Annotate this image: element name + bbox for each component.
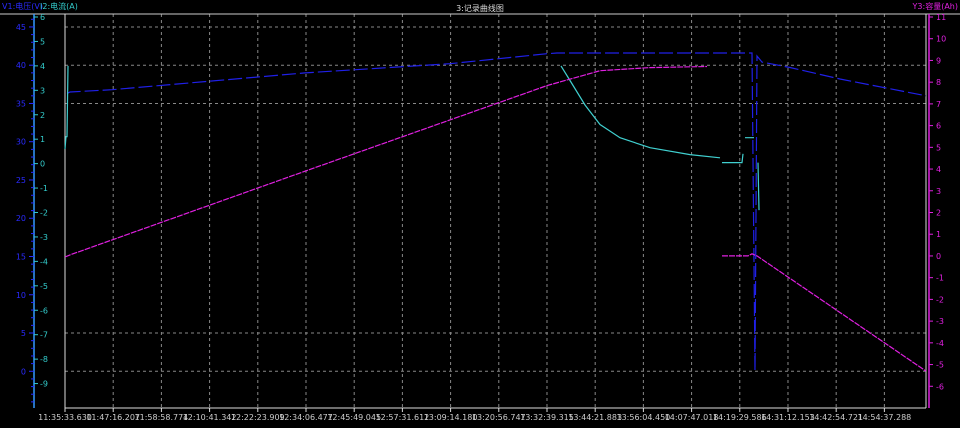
x-tick-label: 13:32:39.315 (520, 413, 574, 422)
voltage-tick-label: 0 (21, 367, 26, 376)
voltage-axis-label: V1:电压(V) (2, 1, 43, 11)
capacity-series-line (64, 65, 927, 372)
capacity-tick-label: 6 (936, 122, 941, 131)
voltage-tick-label: 15 (16, 252, 26, 261)
x-tick-label: 12:10:41.342 (183, 413, 237, 422)
voltage-tick-label: 25 (16, 176, 26, 185)
capacity-tick-label: 9 (936, 56, 941, 65)
current-tick-label: 4 (40, 62, 45, 71)
current-tick-label: -4 (40, 257, 48, 266)
current-tick-label: -8 (40, 355, 48, 364)
capacity-axis-label: Y3:容量(Ah) (912, 1, 958, 11)
current-tick-label: 5 (40, 37, 45, 46)
capacity-tick-label: 8 (936, 78, 941, 87)
chart-title: 3:记录曲线图 (456, 3, 504, 13)
capacity-tick-label: 3 (936, 187, 941, 196)
x-tick-label: 12:45:49.045 (327, 413, 381, 422)
x-tick-label: 14:42:54.721 (809, 413, 863, 422)
voltage-tick-label: 30 (16, 138, 26, 147)
capacity-tick-label: -1 (936, 274, 944, 283)
capacity-tick-label: 5 (936, 143, 941, 152)
voltage-tick-label: 40 (16, 61, 26, 70)
x-tick-label: 11:47:16.207 (86, 413, 140, 422)
x-tick-label: 12:34:06.477 (279, 413, 333, 422)
capacity-tick-label: 4 (936, 165, 941, 174)
current-tick-label: 0 (40, 160, 45, 169)
current-tick-label: 6 (40, 13, 45, 22)
x-tick-label: 14:19:29.586 (713, 413, 767, 422)
voltage-tick-label: 35 (16, 99, 26, 108)
capacity-tick-label: 1 (936, 230, 941, 239)
x-tick-label: 12:22:23.909 (231, 413, 285, 422)
capacity-tick-label: 2 (936, 209, 941, 218)
current-axis-label: I2:电流(A) (40, 1, 78, 11)
current-tick-label: 3 (40, 86, 45, 95)
series-layer (64, 52, 927, 372)
capacity-tick-label: -5 (936, 361, 944, 370)
x-tick-label: 11:35:33.630 (38, 413, 92, 422)
x-tick-label: 14:31:12.153 (761, 413, 815, 422)
current-tick-label: 2 (40, 111, 45, 120)
capacity-tick-label: -4 (936, 339, 944, 348)
capacity-tick-label: -2 (936, 295, 944, 304)
battery-curve-chart: 11:35:33.63011:47:16.20711:58:58.77412:1… (0, 1, 960, 422)
x-tick-label: 13:56:04.450 (617, 413, 671, 422)
voltage-tick-label: 45 (16, 23, 26, 32)
current-tick-label: 1 (40, 135, 45, 144)
capacity-tick-label: 0 (936, 252, 941, 261)
x-tick-label: 13:44:21.883 (568, 413, 622, 422)
capacity-tick-label: -3 (936, 317, 944, 326)
x-tick-label: 11:58:58.774 (135, 413, 189, 422)
x-tick-label: 14:07:47.018 (665, 413, 719, 422)
voltage-tick-label: 20 (16, 214, 26, 223)
current-tick-label: -1 (40, 184, 48, 193)
x-tick-label: 14:54:37.288 (858, 413, 912, 422)
current-tick-label: -2 (40, 209, 48, 218)
current-tick-label: -5 (40, 282, 48, 291)
x-tick-label: 13:20:56.747 (472, 413, 526, 422)
capacity-tick-label: 10 (936, 35, 946, 44)
capacity-tick-label: 7 (936, 100, 941, 109)
x-tick-label: 13:09:14.180 (424, 413, 478, 422)
voltage-tick-label: 10 (16, 291, 26, 300)
current-tick-label: -3 (40, 233, 48, 242)
voltage-series-line (66, 52, 927, 371)
axes: 11:35:33.63011:47:16.20711:58:58.77412:1… (16, 13, 946, 422)
current-tick-label: -7 (40, 331, 48, 340)
capacity-tick-label: -6 (936, 382, 944, 391)
current-series-line (64, 65, 760, 211)
current-tick-label: -9 (40, 380, 48, 389)
x-tick-label: 12:57:31.612 (376, 413, 430, 422)
capacity-tick-label: 11 (936, 13, 946, 22)
voltage-tick-label: 5 (21, 329, 26, 338)
current-tick-label: -6 (40, 306, 48, 315)
